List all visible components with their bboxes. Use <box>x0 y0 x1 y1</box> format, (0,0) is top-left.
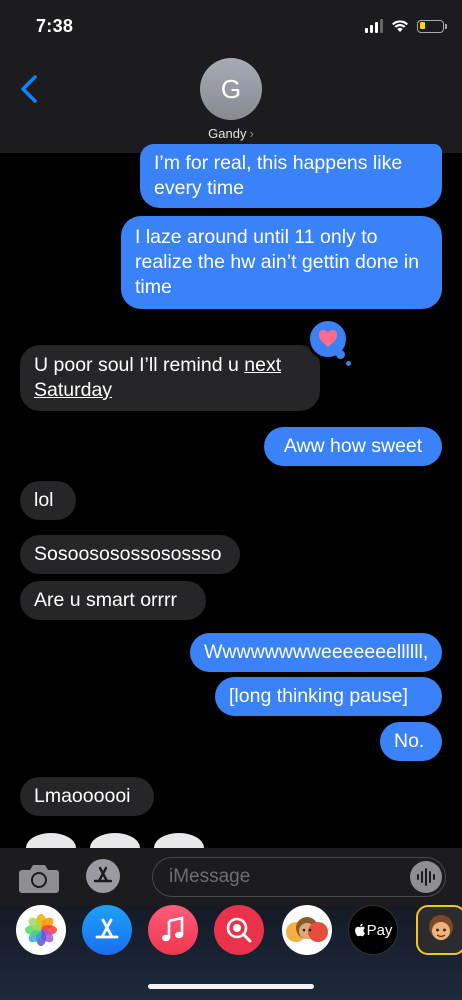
contact-name[interactable]: Gandy › <box>0 126 462 141</box>
camera-icon[interactable] <box>18 861 60 895</box>
message-bubble-received[interactable]: Lmaoooooi <box>20 777 154 816</box>
app-apple-pay[interactable]: Pay <box>348 905 398 955</box>
status-time: 7:38 <box>36 16 74 36</box>
heart-icon <box>318 330 338 347</box>
memoji-icon <box>429 915 453 940</box>
chevron-right-icon: › <box>249 126 254 141</box>
message-bubble-sent[interactable]: Aww how sweet <box>264 427 442 466</box>
apple-pay-icon <box>354 923 365 937</box>
message-text: I’m for real, this happens like every ti… <box>154 152 403 199</box>
messages-screen: 7:38 G Gandy › I’m for real, this happens… <box>0 0 462 1000</box>
app-store-icon <box>93 866 113 883</box>
message-bubble-sent[interactable]: Wwwwwwwweeeeeeellllll, <box>190 633 442 672</box>
message-bubble-received[interactable]: lol <box>20 481 76 520</box>
app-store-icon <box>95 918 119 939</box>
message-text: I laze around until 11 only to realize t… <box>135 226 420 298</box>
message-text: No. <box>394 730 425 752</box>
status-icons <box>365 18 447 34</box>
composer-bar <box>0 848 462 906</box>
conversation-header: 7:38 G Gandy › <box>0 0 462 153</box>
reaction-tail-dot <box>346 361 351 366</box>
app-memoji[interactable] <box>416 905 462 955</box>
message-bubble-sent[interactable]: I laze around until 11 only to realize t… <box>121 216 442 309</box>
cellular-signal-icon <box>365 19 383 33</box>
message-text: U poor soul I’ll remind u <box>34 354 245 376</box>
app-store-button[interactable] <box>86 859 120 893</box>
image-search-icon <box>226 917 252 943</box>
app-photos[interactable] <box>16 905 66 955</box>
wifi-icon <box>392 20 408 32</box>
music-icon <box>162 916 184 942</box>
photos-icon <box>25 914 57 946</box>
back-chevron-icon[interactable] <box>18 74 42 104</box>
message-bubble-received[interactable]: Sosoososossosossso <box>20 535 240 574</box>
message-input[interactable] <box>152 857 446 897</box>
message-text: Wwwwwwwweeeeeeellllll, <box>204 641 429 663</box>
message-text: Sosoososossosossso <box>34 543 222 565</box>
battery-icon <box>417 19 447 33</box>
apple-pay-label: Pay <box>366 921 393 939</box>
waveform-icon <box>417 868 435 886</box>
message-bubble-sent[interactable]: I’m for real, this happens like every ti… <box>140 144 442 208</box>
app-memoji-stickers[interactable] <box>282 905 332 955</box>
message-bubble-sent[interactable]: No. <box>380 722 442 761</box>
app-app-store[interactable] <box>82 905 132 955</box>
contact-name-label: Gandy <box>208 126 247 141</box>
message-bubble-sent[interactable]: [long thinking pause] <box>215 677 442 716</box>
message-text: Lmaoooooi <box>34 785 131 807</box>
message-bubble-received[interactable]: Are u smart orrrr <box>20 581 206 620</box>
message-text: Aww how sweet <box>283 435 423 457</box>
memoji-stickers-icon <box>286 917 328 942</box>
message-bubble-received[interactable]: U poor soul I’ll remind u next Saturday <box>20 345 320 411</box>
message-text: [long thinking pause] <box>229 685 408 707</box>
app-music[interactable] <box>148 905 198 955</box>
reaction-tail-dot <box>336 350 345 359</box>
audio-message-button[interactable] <box>410 861 442 893</box>
app-image-search[interactable] <box>214 905 264 955</box>
contact-avatar[interactable]: G <box>200 58 262 120</box>
message-text: lol <box>34 489 54 511</box>
avatar-initial: G <box>220 73 242 104</box>
message-text: Are u smart orrrr <box>34 589 178 611</box>
home-indicator[interactable] <box>148 984 314 989</box>
